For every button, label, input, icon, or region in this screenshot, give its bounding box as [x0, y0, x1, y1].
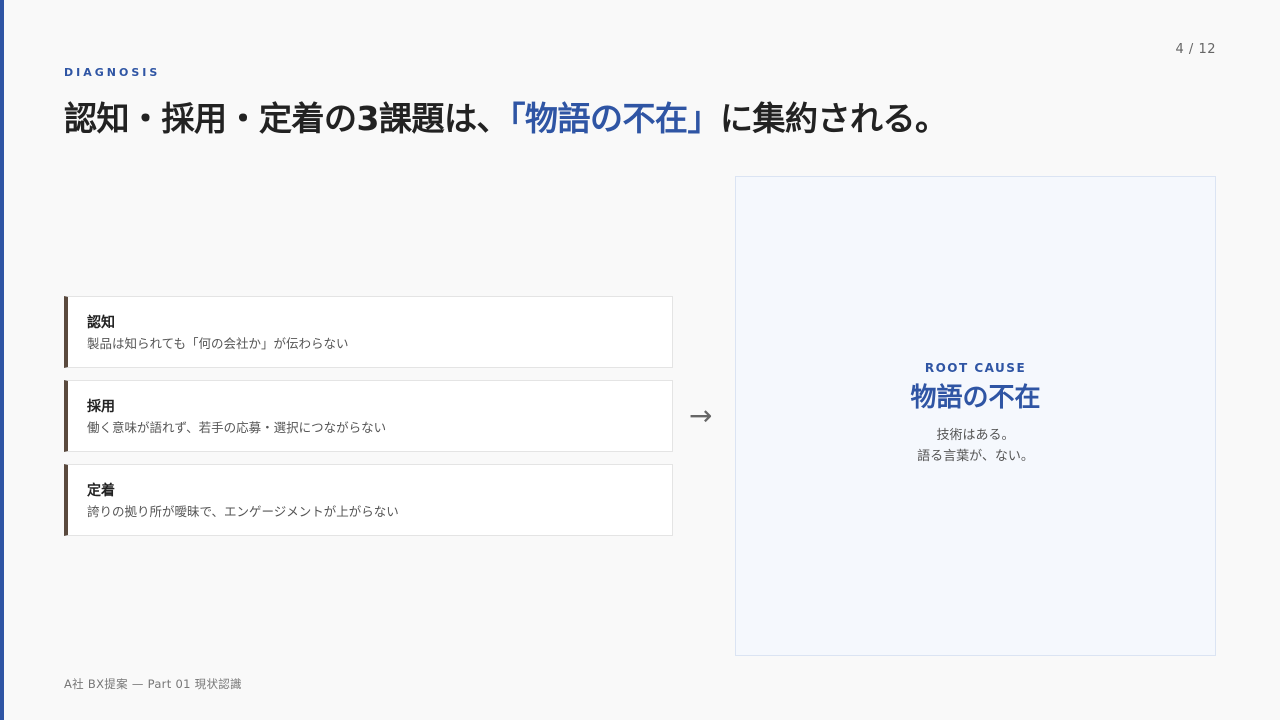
issue-description: 製品は知られても「何の会社か」が伝わらない — [87, 336, 349, 351]
page-title: 認知・採用・定着の3課題は、「物語の不在」に集約される。 — [64, 92, 948, 140]
issue-title: 認知 — [87, 315, 115, 331]
root-cause-panel: ROOT CAUSE 物語の不在 技術はある。 語る言葉が、ない。 — [735, 176, 1216, 656]
issue-title: 定着 — [87, 483, 115, 499]
accent-bar — [0, 0, 4, 720]
issue-description: 誇りの拠り所が曖昧で、エンゲージメントが上がらない — [87, 504, 399, 519]
root-cause-body: 技術はある。 語る言葉が、ない。 — [736, 425, 1215, 467]
root-cause-line-1: 技術はある。 — [936, 428, 1015, 443]
issue-description: 働く意味が語れず、若手の応募・選択につながらない — [87, 420, 387, 435]
title-tail: に集約される。 — [719, 99, 948, 138]
root-cause-kicker: ROOT CAUSE — [924, 361, 1027, 375]
arrow-right-icon: → — [689, 399, 713, 432]
footer-text: A社 BX提案 — Part 01 現状認識 — [64, 677, 242, 691]
issue-list: 認知 製品は知られても「何の会社か」が伝わらない 採用 働く意味が語れず、若手の… — [64, 296, 673, 548]
root-cause-content: ROOT CAUSE 物語の不在 技術はある。 語る言葉が、ない。 — [736, 361, 1215, 467]
title-lead: 認知・採用・定着の3課題は、 — [64, 99, 509, 138]
title-highlight: 「物語の不在」 — [508, 99, 721, 138]
root-cause-title: 物語の不在 — [910, 383, 1041, 413]
issue-card-recruiting: 採用 働く意味が語れず、若手の応募・選択につながらない — [64, 380, 673, 452]
root-cause-line-2: 語る言葉が、ない。 — [917, 449, 1034, 464]
section-eyebrow: DIAGNOSIS — [64, 66, 161, 79]
issue-card-awareness: 認知 製品は知られても「何の会社か」が伝わらない — [64, 296, 673, 368]
page-number: 4 / 12 — [1175, 42, 1216, 57]
issue-title: 採用 — [87, 399, 115, 415]
issue-card-retention: 定着 誇りの拠り所が曖昧で、エンゲージメントが上がらない — [64, 464, 673, 536]
